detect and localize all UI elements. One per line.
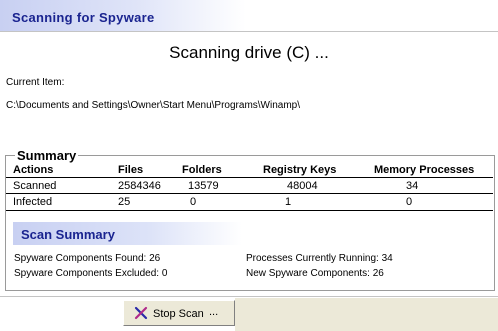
- scan-status-message: Scanning drive (C) ...: [169, 43, 329, 62]
- column-header-folders: Folders: [182, 164, 222, 176]
- new-spyware-count: New Spyware Components: 26: [246, 268, 384, 279]
- cell-registry: 1: [285, 196, 292, 208]
- x-icon: [134, 306, 148, 320]
- cell-memory: 34: [406, 180, 419, 192]
- stop-scan-label: Stop Scan: [153, 308, 204, 320]
- current-item-label: Current Item:: [6, 77, 65, 88]
- cell-registry: 48004: [287, 180, 318, 192]
- page-title: Scanning for Spyware: [12, 10, 155, 25]
- column-header-actions: Actions: [13, 164, 54, 176]
- cell-memory: 0: [406, 196, 413, 208]
- stop-scan-ellipsis: ...: [209, 306, 219, 318]
- current-item-path: C:\Documents and Settings\Owner\Start Me…: [6, 100, 301, 111]
- cell-files: 2584346: [118, 180, 161, 192]
- table-row-divider: [6, 193, 493, 194]
- row-label: Scanned: [13, 180, 57, 192]
- stop-scan-button[interactable]: Stop Scan ...: [123, 300, 235, 326]
- row-label: Infected: [13, 196, 53, 208]
- table-header-divider: [6, 177, 493, 178]
- spyware-found-count: Spyware Components Found: 26: [14, 253, 161, 264]
- header-divider: [0, 31, 498, 32]
- processes-running-count: Processes Currently Running: 34: [246, 253, 393, 264]
- column-header-files: Files: [118, 164, 144, 176]
- cell-folders: 13579: [188, 180, 219, 192]
- footer-panel: [235, 298, 498, 331]
- scan-summary-title: Scan Summary: [21, 227, 115, 242]
- cell-folders: 0: [190, 196, 197, 208]
- column-header-memory-processes: Memory Processes: [374, 164, 475, 176]
- summary-title: Summary: [15, 148, 79, 163]
- footer-divider: [0, 296, 498, 297]
- spyware-excluded-count: Spyware Components Excluded: 0: [14, 268, 168, 279]
- column-header-registry-keys: Registry Keys: [263, 164, 337, 176]
- cell-files: 25: [118, 196, 131, 208]
- table-bottom-divider: [6, 210, 493, 211]
